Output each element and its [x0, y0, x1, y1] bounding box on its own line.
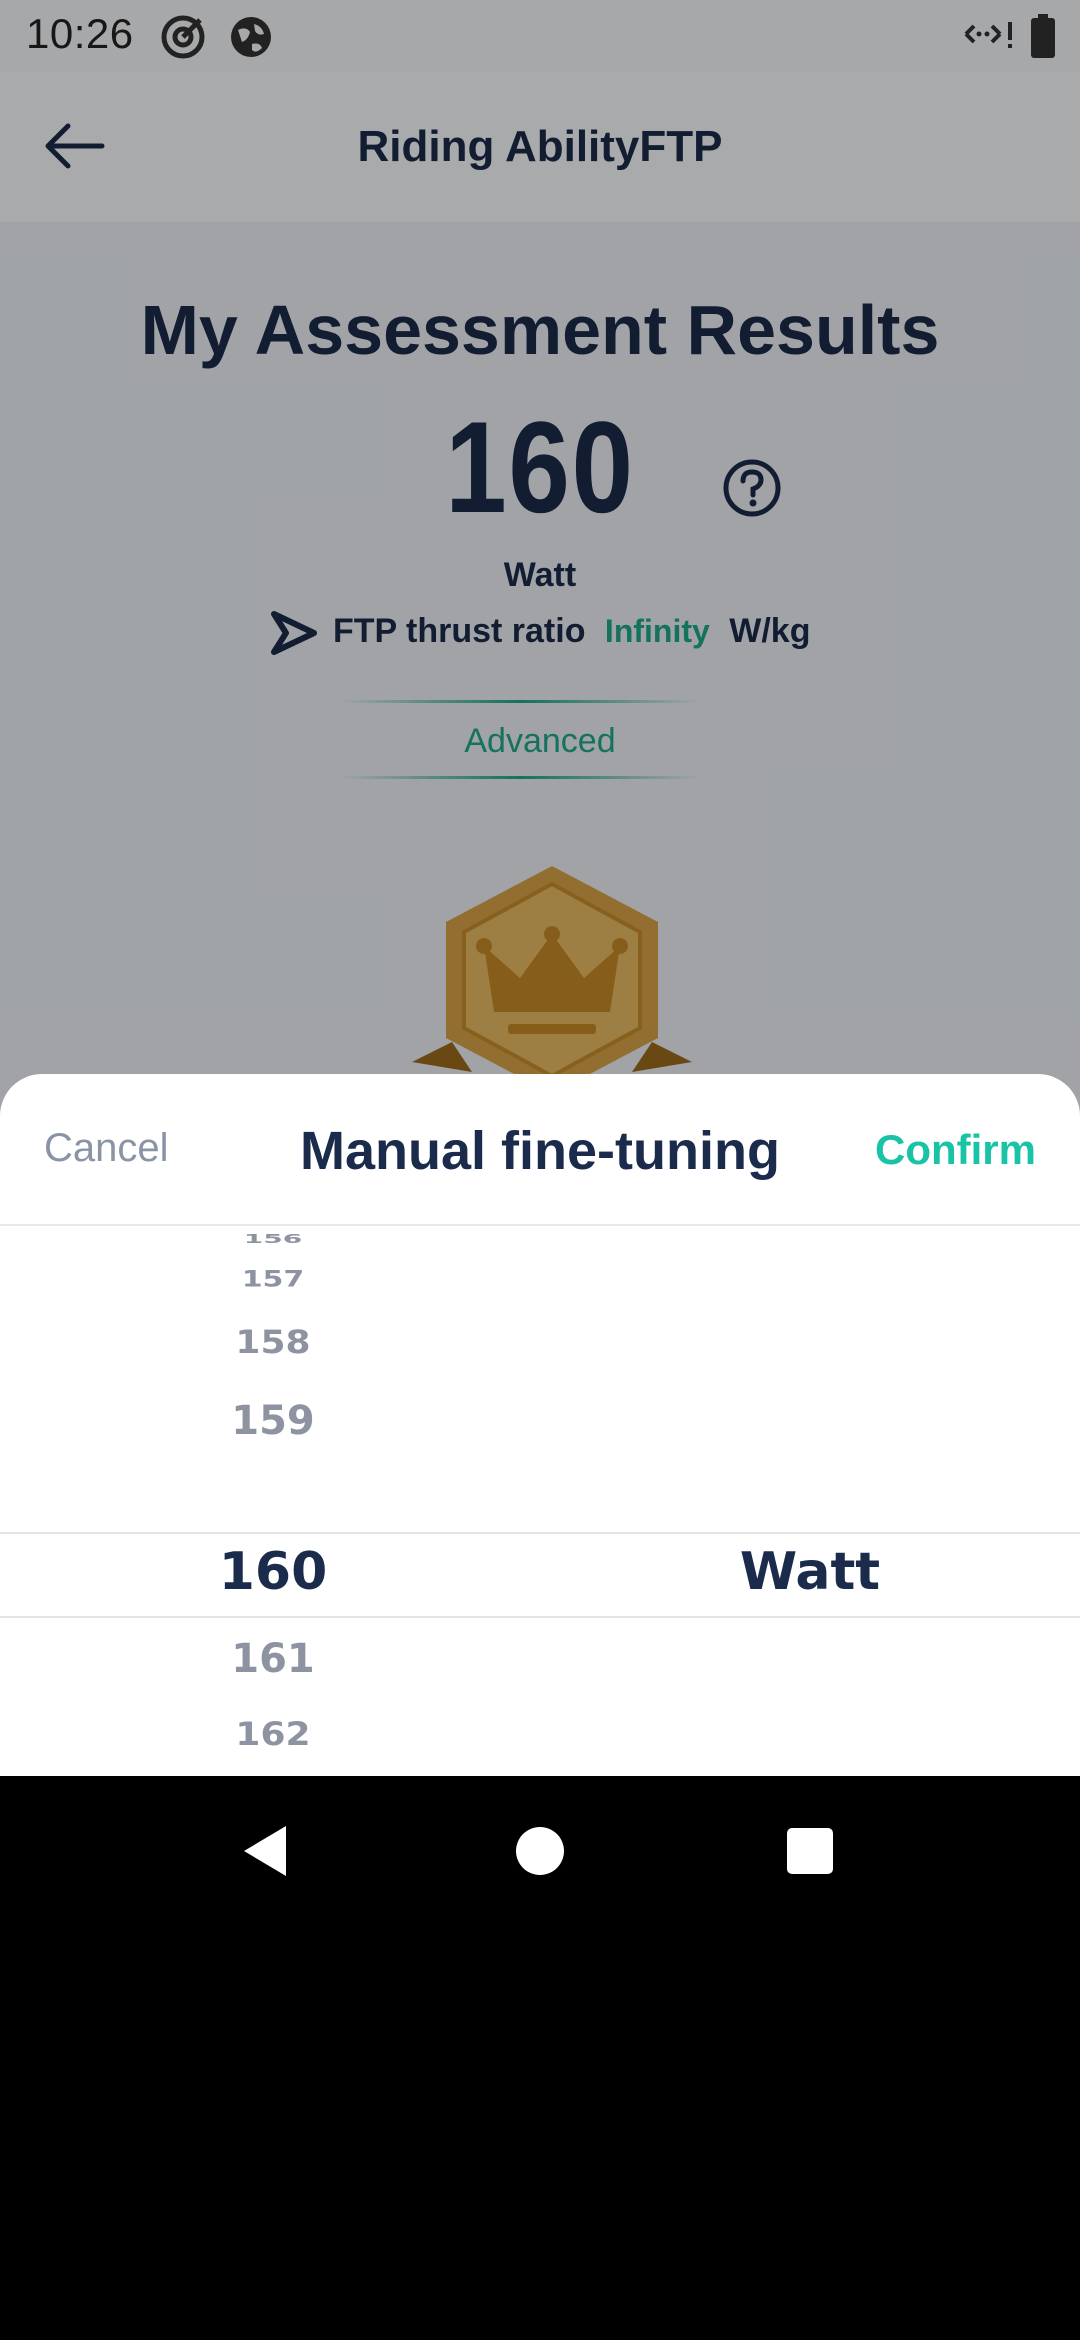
- fine-tuning-sheet: Cancel Manual fine-tuning Confirm 156 15…: [0, 1074, 1080, 1776]
- picker-item[interactable]: 156: [0, 1231, 546, 1246]
- picker-item[interactable]: 159: [0, 1398, 546, 1444]
- screen-bottom-area: [0, 1920, 1080, 2340]
- nav-recents-icon[interactable]: [775, 1816, 845, 1886]
- picker-selected-value[interactable]: 160: [0, 1542, 546, 1602]
- picker-unit: Watt: [739, 1542, 881, 1602]
- picker-item[interactable]: 158: [0, 1324, 546, 1361]
- system-nav-bar: [0, 1776, 1080, 1920]
- picker-item[interactable]: 162: [0, 1716, 546, 1753]
- confirm-button[interactable]: Confirm: [875, 1126, 1036, 1174]
- value-picker-wheel[interactable]: 156 157 158 159 160 Watt 161 162 163 164: [0, 1226, 1080, 1776]
- nav-back-icon[interactable]: [232, 1816, 302, 1886]
- nav-home-icon[interactable]: [505, 1816, 575, 1886]
- picker-item[interactable]: 157: [0, 1266, 546, 1292]
- picker-item[interactable]: 161: [0, 1636, 546, 1682]
